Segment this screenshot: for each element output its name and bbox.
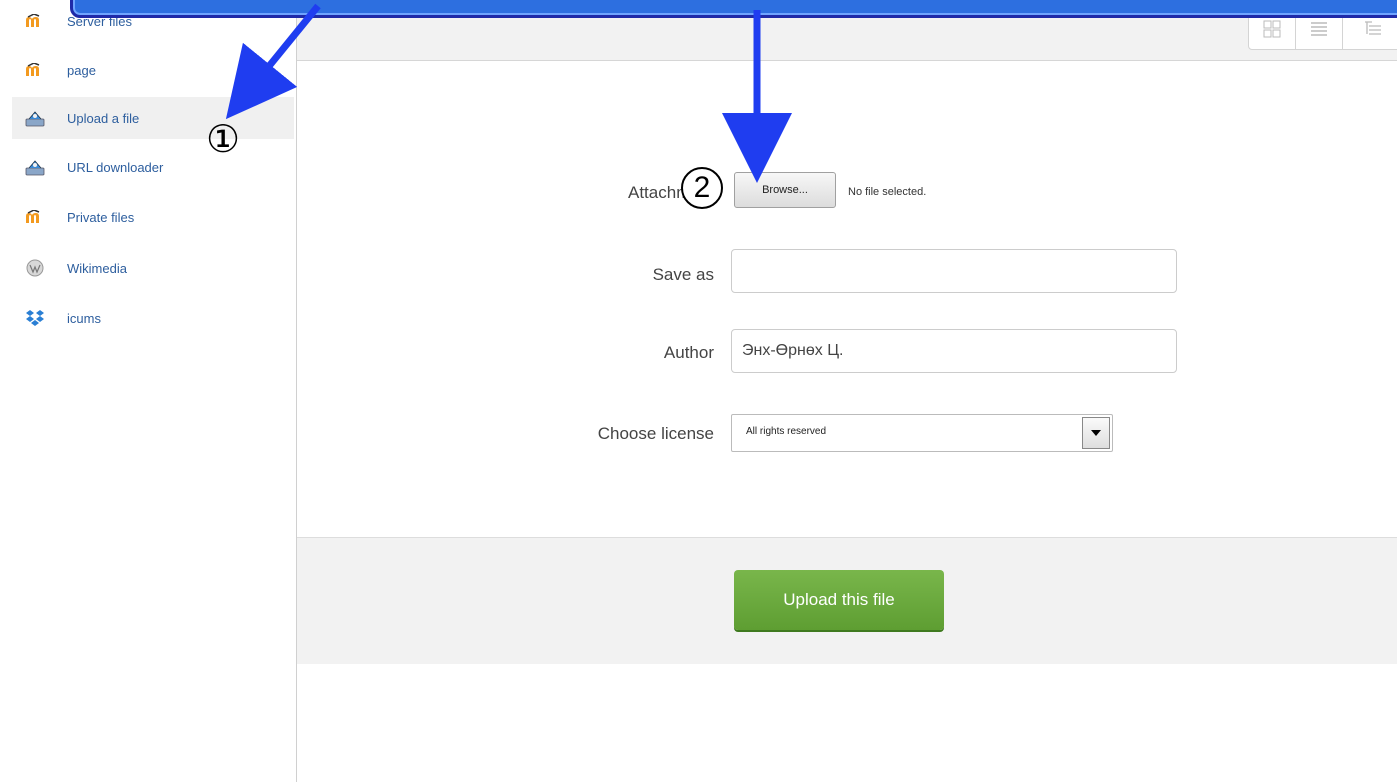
annotation-marker-1: ①	[206, 117, 241, 161]
arrow-to-upload-a-file	[225, 3, 321, 120]
annotation-marker-2: 2	[681, 167, 723, 209]
